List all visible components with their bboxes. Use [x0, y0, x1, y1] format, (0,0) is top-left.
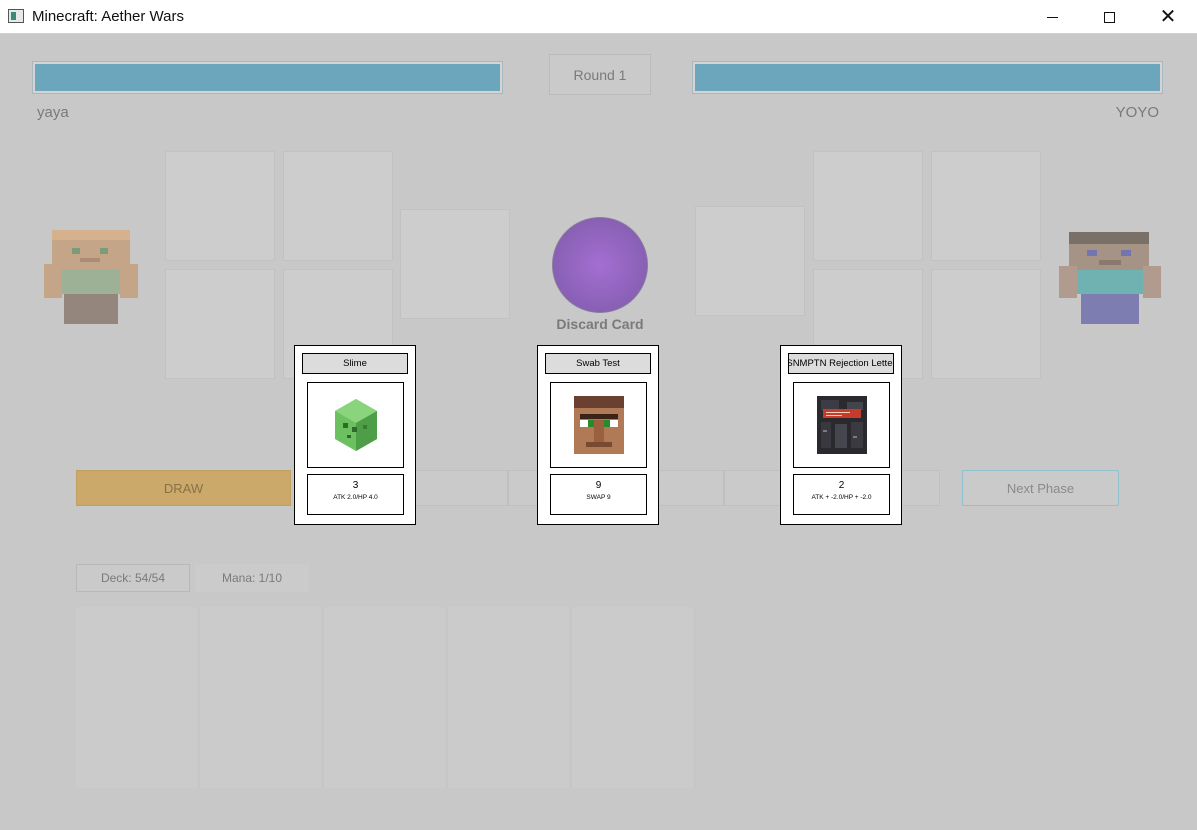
- close-icon: ✕: [1159, 6, 1177, 28]
- card-cost: 9: [595, 480, 602, 491]
- hand-slot[interactable]: [448, 607, 571, 788]
- discard-label: Discard Card: [556, 316, 644, 332]
- round-indicator: Round 1: [549, 54, 651, 95]
- right-board-slot[interactable]: [931, 151, 1041, 261]
- card-art: [793, 382, 890, 468]
- maximize-icon: [1103, 11, 1115, 23]
- deck-counter: Deck: 54/54: [76, 564, 190, 592]
- close-button[interactable]: ✕: [1139, 0, 1197, 34]
- hand-slot[interactable]: [200, 607, 323, 788]
- card-effect: SWAP 9: [586, 494, 611, 501]
- card-cost: 3: [352, 480, 359, 491]
- rejection-letter-icon: [816, 396, 867, 454]
- card-cost: 2: [838, 480, 845, 491]
- window-titlebar: Minecraft: Aether Wars ✕: [0, 0, 1197, 34]
- left-hp-fill: [35, 64, 500, 91]
- left-board-slot[interactable]: [165, 269, 275, 379]
- card-snmptn-rejection-letter[interactable]: SNMPTN Rejection Letter 2 ATK + -2.0/HP …: [780, 345, 902, 525]
- card-title: Swab Test: [545, 353, 651, 374]
- left-board-slot[interactable]: [283, 151, 393, 261]
- hand-slot[interactable]: [324, 607, 447, 788]
- left-player-hp-bar: [32, 61, 503, 94]
- hand-slot[interactable]: [76, 607, 199, 788]
- hand-slot[interactable]: [572, 607, 695, 788]
- left-player-name: yaya: [37, 104, 69, 121]
- slime-icon: [334, 399, 377, 451]
- card-stats: 3 ATK 2.0/HP 4.0: [307, 474, 404, 515]
- right-player-name: YOYO: [1115, 104, 1159, 121]
- minimize-icon: [1046, 16, 1058, 18]
- left-active-slot[interactable]: [400, 209, 510, 319]
- minimize-button[interactable]: [1023, 0, 1081, 34]
- card-swab-test[interactable]: Swab Test 9 SWAP 9: [537, 345, 659, 525]
- app-icon: [8, 9, 24, 23]
- maximize-button[interactable]: [1080, 0, 1138, 34]
- right-hp-fill: [695, 64, 1160, 91]
- card-stats: 9 SWAP 9: [550, 474, 647, 515]
- villager-face-icon: [573, 396, 624, 454]
- card-effect: ATK + -2.0/HP + -2.0: [811, 494, 872, 501]
- card-art: [307, 382, 404, 468]
- right-player-hp-bar: [692, 61, 1163, 94]
- card-art: [550, 382, 647, 468]
- discard-orb[interactable]: [552, 217, 648, 313]
- card-title: SNMPTN Rejection Letter: [788, 353, 894, 374]
- card-stats: 2 ATK + -2.0/HP + -2.0: [793, 474, 890, 515]
- left-player-avatar: [44, 230, 138, 324]
- card-slime[interactable]: Slime 3 ATK 2.0/HP 4.0: [294, 345, 416, 525]
- right-board-slot[interactable]: [931, 269, 1041, 379]
- right-active-slot[interactable]: [695, 206, 805, 316]
- right-player-avatar: [1059, 232, 1161, 324]
- card-effect: ATK 2.0/HP 4.0: [333, 494, 378, 501]
- window-title: Minecraft: Aether Wars: [32, 8, 184, 25]
- right-board-slot[interactable]: [813, 151, 923, 261]
- mana-counter: Mana: 1/10: [195, 564, 309, 592]
- left-board-slot[interactable]: [165, 151, 275, 261]
- next-phase-button[interactable]: Next Phase: [962, 470, 1119, 506]
- card-title: Slime: [302, 353, 408, 374]
- draw-button[interactable]: DRAW: [76, 470, 291, 506]
